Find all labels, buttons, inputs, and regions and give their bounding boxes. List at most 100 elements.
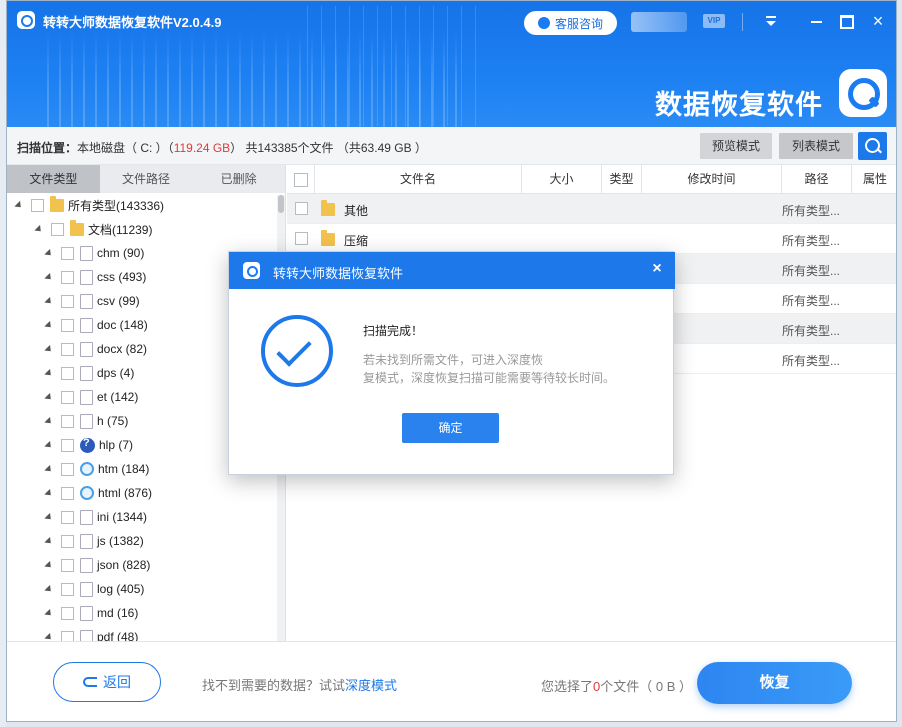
expand-arrow-icon[interactable] <box>44 368 54 378</box>
expand-arrow-icon[interactable] <box>44 344 54 354</box>
row-checkbox[interactable] <box>295 232 308 245</box>
column-header-type[interactable]: 类型 <box>602 165 642 194</box>
row-checkbox[interactable] <box>295 202 308 215</box>
tree-node-checkbox[interactable] <box>61 438 74 452</box>
tree-node-label: js (1382) <box>97 534 144 548</box>
expand-arrow-icon[interactable] <box>44 632 54 641</box>
tree-node-checkbox[interactable] <box>61 366 74 380</box>
tree-node-checkbox[interactable] <box>51 222 64 236</box>
dialog-ok-button[interactable]: 确定 <box>402 413 499 443</box>
tree-node[interactable]: css (493) <box>44 267 146 287</box>
tree-scrollbar-thumb[interactable] <box>278 195 284 213</box>
tree-node[interactable]: docx (82) <box>44 339 147 359</box>
tree-node[interactable]: dps (4) <box>44 363 134 383</box>
search-icon[interactable] <box>858 132 887 160</box>
tree-node-checkbox[interactable] <box>61 486 74 500</box>
tree-node-checkbox[interactable] <box>61 414 74 428</box>
tree-node-checkbox[interactable] <box>61 342 74 356</box>
close-icon[interactable]: × <box>867 11 889 31</box>
menu-dropdown-icon[interactable] <box>760 11 782 31</box>
tree-node[interactable]: json (828) <box>44 555 150 575</box>
expand-arrow-icon[interactable] <box>44 392 54 402</box>
tree-node-checkbox[interactable] <box>61 630 74 641</box>
expand-arrow-icon[interactable] <box>44 560 54 570</box>
tree-node[interactable]: md (16) <box>44 603 138 623</box>
expand-arrow-icon[interactable] <box>44 488 54 498</box>
tree-node-checkbox[interactable] <box>61 294 74 308</box>
list-mode-button[interactable]: 列表模式 <box>779 133 853 159</box>
tree-node[interactable]: et (142) <box>44 387 138 407</box>
vip-badge[interactable]: VIP <box>703 14 725 28</box>
user-avatar[interactable] <box>631 12 687 32</box>
tree-node[interactable]: js (1382) <box>44 531 144 551</box>
tab-file-path[interactable]: 文件路径 <box>99 165 193 193</box>
expand-arrow-icon[interactable] <box>44 296 54 306</box>
row-path: 所有类型... <box>782 204 841 218</box>
expand-arrow-icon[interactable] <box>44 536 54 546</box>
tree-node[interactable]: h (75) <box>44 411 128 431</box>
tree-node[interactable]: htm (184) <box>44 459 149 479</box>
column-header-path[interactable]: 路径 <box>782 165 852 194</box>
customer-service-button[interactable]: 客服咨询 <box>524 11 617 35</box>
tree-node-label: html (876) <box>98 486 153 500</box>
brand-text: 数据恢复软件 <box>655 90 823 120</box>
tree-node[interactable]: 文档(11239) <box>34 219 152 239</box>
dialog-close-icon[interactable]: × <box>648 260 666 278</box>
expand-arrow-icon[interactable] <box>44 440 54 450</box>
expand-arrow-icon[interactable] <box>14 200 24 210</box>
scan-location-text: 本地磁盘（ C: ）（ <box>77 141 174 155</box>
expand-arrow-icon[interactable] <box>34 224 44 234</box>
tree-node[interactable]: csv (99) <box>44 291 140 311</box>
tree-node[interactable]: doc (148) <box>44 315 148 335</box>
tree-node-label: hlp (7) <box>99 438 134 452</box>
css-file-icon <box>80 269 93 285</box>
scan-summary: ） 共143385个文件 （共63.49 GB ） <box>230 141 427 155</box>
table-row[interactable]: 压缩 所有类型... <box>287 224 896 254</box>
tree-node[interactable]: chm (90) <box>44 243 145 263</box>
expand-arrow-icon[interactable] <box>44 584 54 594</box>
expand-arrow-icon[interactable] <box>44 272 54 282</box>
tree-node-checkbox[interactable] <box>61 582 74 596</box>
expand-arrow-icon[interactable] <box>44 248 54 258</box>
expand-arrow-icon[interactable] <box>44 320 54 330</box>
tree-node[interactable]: log (405) <box>44 579 144 599</box>
expand-arrow-icon[interactable] <box>44 464 54 474</box>
tree-node-label: ini (1344) <box>97 510 148 524</box>
expand-arrow-icon[interactable] <box>44 512 54 522</box>
tree-node-checkbox[interactable] <box>61 606 74 620</box>
tree-node-checkbox[interactable] <box>61 510 74 524</box>
tree-node-checkbox[interactable] <box>61 270 74 284</box>
tree-node-label: chm (90) <box>97 246 145 260</box>
tree-node[interactable]: ini (1344) <box>44 507 148 527</box>
column-header-modified[interactable]: 修改时间 <box>642 165 782 194</box>
chm-file-icon <box>80 245 93 261</box>
column-header-name[interactable]: 文件名 <box>315 165 522 194</box>
minimize-icon[interactable] <box>805 11 827 31</box>
tree-node-checkbox[interactable] <box>61 246 74 260</box>
tree-node-checkbox[interactable] <box>61 534 74 548</box>
deep-mode-link[interactable]: 深度模式 <box>345 678 397 693</box>
tab-deleted[interactable]: 已删除 <box>192 165 286 193</box>
tree-node-checkbox[interactable] <box>61 318 74 332</box>
tree-node[interactable]: pdf (48) <box>44 627 138 641</box>
html-file-icon <box>80 486 94 500</box>
tree-node-checkbox[interactable] <box>31 198 44 212</box>
tree-node[interactable]: html (876) <box>44 483 153 503</box>
column-header-size[interactable]: 大小 <box>522 165 602 194</box>
expand-arrow-icon[interactable] <box>44 416 54 426</box>
tree-node-checkbox[interactable] <box>61 390 74 404</box>
tree-node-checkbox[interactable] <box>61 462 74 476</box>
dialog-description-line-1: 若未找到所需文件，可进入深度恢 <box>363 353 544 367</box>
table-row[interactable]: 其他 所有类型... <box>287 194 896 224</box>
maximize-icon[interactable] <box>835 11 857 31</box>
select-all-checkbox[interactable] <box>287 165 315 194</box>
tab-file-type[interactable]: 文件类型 <box>7 165 100 193</box>
recover-button[interactable]: 恢复 <box>697 662 852 704</box>
column-header-attributes[interactable]: 属性 <box>852 165 896 194</box>
back-button[interactable]: 返回 <box>53 662 161 702</box>
tree-node[interactable]: 所有类型(143336) <box>14 195 164 215</box>
preview-mode-button[interactable]: 预览模式 <box>700 133 772 159</box>
expand-arrow-icon[interactable] <box>44 608 54 618</box>
tree-node-checkbox[interactable] <box>61 558 74 572</box>
tree-node[interactable]: hlp (7) <box>44 435 134 455</box>
